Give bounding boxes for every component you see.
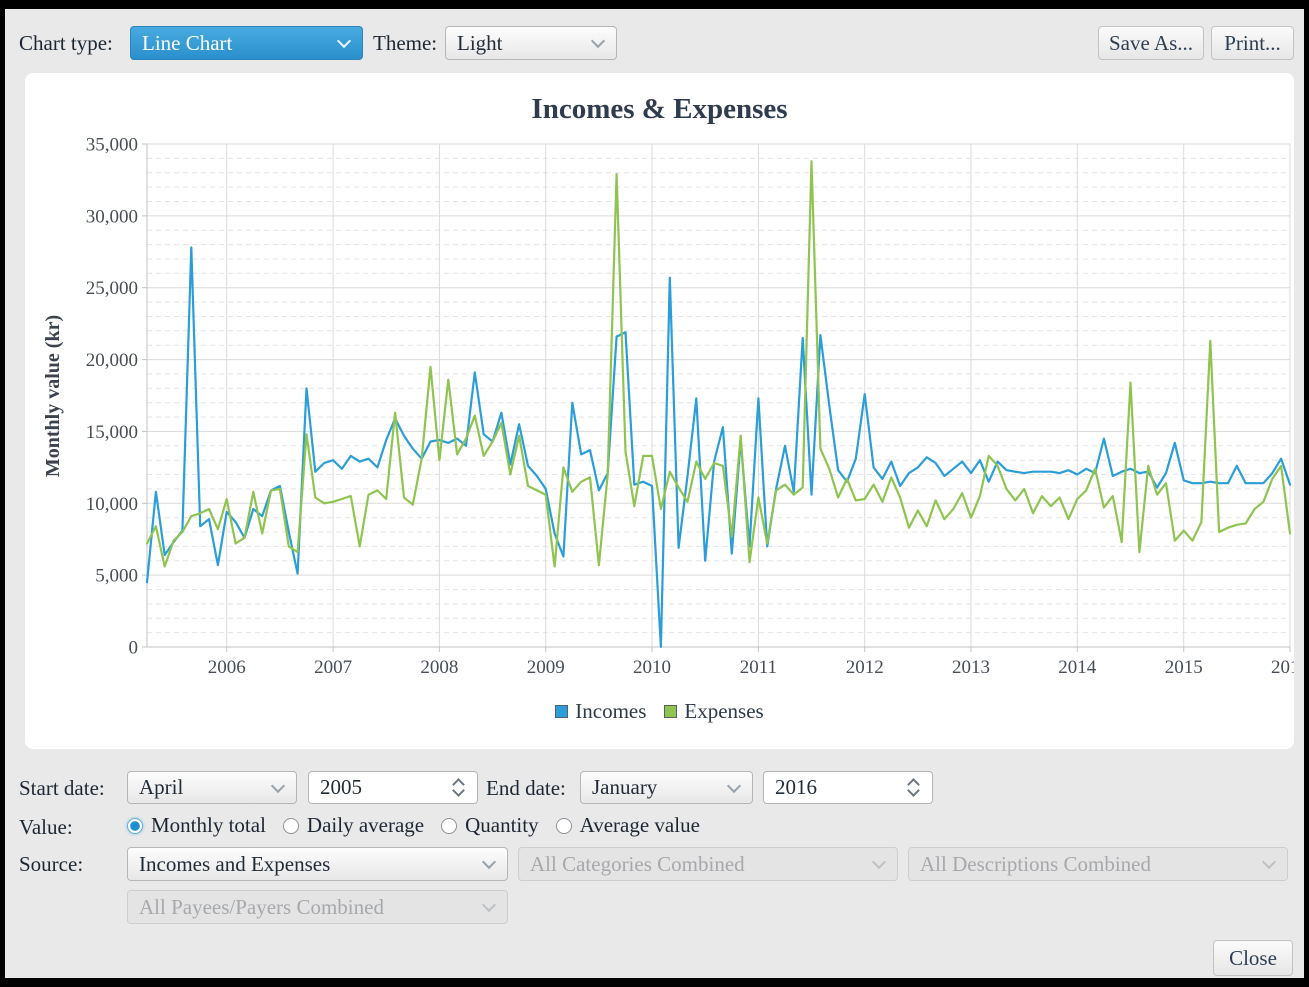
chevron-down-icon — [271, 778, 285, 792]
value-options: Monthly total Daily average Quantity Ave… — [127, 813, 700, 838]
svg-text:2008: 2008 — [420, 657, 458, 678]
category-value: All Categories Combined — [530, 852, 745, 877]
save-as-button[interactable]: Save As... — [1098, 26, 1204, 60]
start-month-select[interactable]: April — [127, 771, 297, 804]
category-select: All Categories Combined — [518, 847, 898, 881]
radio-monthly-total[interactable]: Monthly total — [127, 813, 266, 838]
svg-text:Monthly value (kr): Monthly value (kr) — [42, 315, 64, 477]
chart-panel: Incomes & Expenses 200620072008200920102… — [25, 73, 1294, 749]
svg-text:2016: 2016 — [1271, 657, 1294, 678]
close-button[interactable]: Close — [1213, 940, 1293, 976]
chevron-down-icon — [482, 898, 496, 912]
svg-text:2014: 2014 — [1058, 657, 1097, 678]
end-month-select[interactable]: January — [580, 771, 753, 804]
legend-label-expenses: Expenses — [684, 699, 763, 724]
chart-dialog: Chart type: Line Chart Theme: Light Save… — [5, 9, 1304, 978]
value-label: Value: — [19, 815, 73, 840]
chart-plot: 2006 2007 2008 2009 2010 2011 2012 2013 2014 2015… — [25, 73, 1294, 749]
svg-text:5,000: 5,000 — [95, 566, 138, 587]
radio-icon — [441, 818, 457, 834]
chart-type-select[interactable]: Line Chart — [130, 26, 363, 60]
svg-text:10,000: 10,000 — [86, 494, 138, 515]
svg-text:2009: 2009 — [527, 657, 565, 678]
end-date-label: End date: — [486, 776, 566, 801]
theme-value: Light — [457, 31, 503, 56]
radio-label: Monthly total — [151, 813, 266, 838]
source-value: Incomes and Expenses — [139, 852, 330, 877]
svg-text:2010: 2010 — [633, 657, 671, 678]
svg-text:2011: 2011 — [740, 657, 777, 678]
end-year-value: 2016 — [775, 775, 817, 800]
description-select: All Descriptions Combined — [908, 847, 1288, 881]
radio-label: Average value — [580, 813, 700, 838]
theme-select[interactable]: Light — [445, 26, 617, 60]
chevron-down-icon — [591, 34, 605, 48]
start-year-spinbox[interactable]: 2005 — [308, 771, 478, 804]
chart-type-label: Chart type: — [19, 31, 113, 56]
app-window-frame: Chart type: Line Chart Theme: Light Save… — [0, 0, 1309, 987]
payee-value: All Payees/Payers Combined — [139, 895, 384, 920]
chevron-down-icon — [727, 778, 741, 792]
radio-icon — [556, 818, 572, 834]
svg-text:2012: 2012 — [846, 657, 884, 678]
chart-legend: Incomes Expenses — [25, 699, 1294, 724]
svg-text:2006: 2006 — [208, 657, 246, 678]
svg-text:35,000: 35,000 — [86, 135, 138, 156]
start-year-value: 2005 — [320, 775, 362, 800]
radio-icon — [127, 818, 143, 834]
source-label: Source: — [19, 852, 83, 877]
radio-label: Quantity — [465, 813, 539, 838]
chevron-down-icon — [482, 855, 496, 869]
svg-text:20,000: 20,000 — [86, 350, 138, 371]
svg-text:2015: 2015 — [1165, 657, 1203, 678]
svg-text:0: 0 — [129, 638, 139, 659]
start-month-value: April — [139, 775, 183, 800]
svg-text:2007: 2007 — [314, 657, 352, 678]
theme-label: Theme: — [373, 31, 437, 56]
legend-item-incomes: Incomes — [555, 699, 646, 724]
svg-text:25,000: 25,000 — [86, 278, 138, 299]
print-button[interactable]: Print... — [1211, 26, 1294, 60]
source-select[interactable]: Incomes and Expenses — [127, 847, 508, 881]
start-date-label: Start date: — [19, 776, 105, 801]
legend-label-incomes: Incomes — [575, 699, 646, 724]
svg-text:30,000: 30,000 — [86, 206, 138, 227]
description-value: All Descriptions Combined — [920, 852, 1151, 877]
chart-type-value: Line Chart — [142, 31, 232, 56]
chevron-down-icon — [1262, 855, 1276, 869]
radio-average-value[interactable]: Average value — [556, 813, 700, 838]
payee-select: All Payees/Payers Combined — [127, 890, 508, 924]
radio-daily-average[interactable]: Daily average — [283, 813, 424, 838]
chevron-down-icon — [872, 855, 886, 869]
chevron-down-icon — [337, 34, 351, 48]
end-month-value: January — [592, 775, 657, 800]
legend-item-expenses: Expenses — [664, 699, 763, 724]
incomes-swatch-icon — [555, 705, 568, 718]
radio-quantity[interactable]: Quantity — [441, 813, 539, 838]
svg-text:15,000: 15,000 — [86, 422, 138, 443]
radio-icon — [283, 818, 299, 834]
svg-text:2013: 2013 — [952, 657, 990, 678]
expenses-swatch-icon — [664, 705, 677, 718]
radio-label: Daily average — [307, 813, 424, 838]
end-year-spinbox[interactable]: 2016 — [763, 771, 933, 804]
